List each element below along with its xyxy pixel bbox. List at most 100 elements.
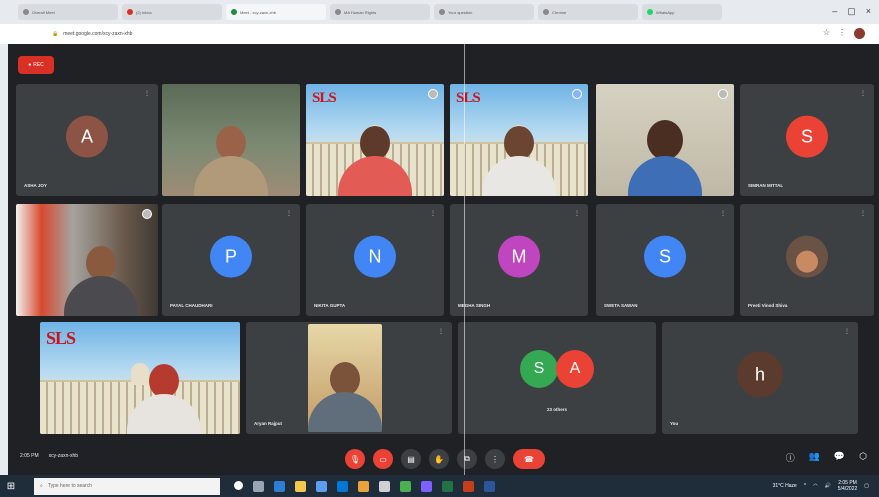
browser-tab[interactable]: Overall Meet xyxy=(18,4,118,20)
participant-video[interactable] xyxy=(162,84,300,196)
sls-logo: SLS xyxy=(46,328,76,348)
taskbar-search[interactable]: ⌕ Type here to search xyxy=(34,477,220,495)
taskbar-clock[interactable]: 2:05 PM 5/4/2022 xyxy=(838,480,857,492)
participant-figure xyxy=(338,126,412,196)
mic-toggle-button[interactable]: 🎙 xyxy=(345,449,365,469)
speaking-icon xyxy=(572,89,582,99)
profile-avatar[interactable] xyxy=(854,28,865,39)
participant-video[interactable] xyxy=(596,84,734,196)
camera-toggle-button[interactable]: ▭ xyxy=(373,449,393,469)
participant-tile[interactable]: S ⋮ SIMRAN MITTAL xyxy=(740,84,874,196)
app-icon[interactable] xyxy=(421,480,432,492)
app-icon[interactable] xyxy=(379,480,390,492)
system-tray: 31°C Haze ^ ◠ 🔊 2:05 PM 5/4/2022 ▢ xyxy=(773,480,869,492)
people-icon[interactable]: 👥 xyxy=(809,451,820,464)
participant-video xyxy=(308,324,382,432)
windows-taskbar: ⊞ ⌕ Type here to search 31°C Haze ^ ◠ 🔊 … xyxy=(0,475,879,497)
mic-off-icon: ⋮ xyxy=(438,329,444,335)
avatar: A xyxy=(66,115,108,158)
powerpoint-icon[interactable] xyxy=(463,480,474,492)
mic-off-icon: ⋮ xyxy=(144,91,150,97)
meeting-info: 2:05 PM xcy-zaxn-xhb xyxy=(20,453,78,459)
participant-tile[interactable]: A ⋮ ASHA JOY xyxy=(16,84,158,196)
cortana-icon[interactable] xyxy=(234,480,243,490)
avatar: N xyxy=(354,235,396,278)
maximize-button[interactable]: ▢ xyxy=(847,6,856,17)
meeting-code: xcy-zaxn-xhb xyxy=(48,453,79,459)
notifications-icon[interactable]: ▢ xyxy=(864,483,869,489)
volume-icon[interactable]: 🔊 xyxy=(825,483,831,489)
end-call-button[interactable]: ☎ xyxy=(513,449,545,469)
browser-tab-bar: Overall Meet (2) Inbox Meet - xcy-zaxn-x… xyxy=(0,0,879,24)
self-tile[interactable]: h ⋮ You xyxy=(662,322,858,434)
raise-hand-button[interactable]: ✋ xyxy=(429,449,449,469)
windows-start-icon[interactable]: ⊞ xyxy=(0,475,22,497)
others-tile[interactable]: S A 23 others xyxy=(458,322,656,434)
address-actions: ☆ ⋮ xyxy=(823,28,865,39)
recording-badge: ● REC xyxy=(18,56,54,74)
participant-tile[interactable]: M ⋮ MEGHA SINGH xyxy=(450,204,588,316)
participant-figure xyxy=(194,126,268,196)
speaking-icon xyxy=(142,209,152,219)
avatar: S xyxy=(786,115,828,158)
others-avatars: S A xyxy=(520,350,594,389)
mail-icon[interactable] xyxy=(337,480,348,492)
close-button[interactable]: × xyxy=(866,6,871,17)
meet-side-tools: ⓘ 👥 💬 ⬡ xyxy=(786,451,867,464)
participant-tile[interactable]: ⋮ Preeti Vinod Shiva xyxy=(740,204,874,316)
participant-video[interactable] xyxy=(16,204,158,316)
captions-icon: ▤ xyxy=(407,454,415,464)
phone-hangup-icon: ☎ xyxy=(524,454,534,464)
participant-tile[interactable]: N ⋮ NIKITA GUPTA xyxy=(306,204,444,316)
browser-tab[interactable]: Your question xyxy=(434,4,534,20)
browser-tab-active[interactable]: Meet - xcy-zaxn-xhb xyxy=(226,4,326,20)
activities-icon[interactable]: ⬡ xyxy=(859,451,867,464)
mic-off-icon: ⋮ xyxy=(860,211,866,217)
weather-text[interactable]: 31°C Haze xyxy=(773,483,797,489)
browser-tab[interactable]: MA Human Rights xyxy=(330,4,430,20)
participant-figure xyxy=(482,126,556,196)
wifi-icon[interactable]: ◠ xyxy=(813,483,817,489)
others-count: 23 others xyxy=(546,407,568,412)
sls-logo: SLS xyxy=(456,90,481,106)
browser-tab[interactable]: (2) Inbox xyxy=(122,4,222,20)
lock-icon: 🔒 xyxy=(52,31,59,37)
browser-tab[interactable]: Chrome xyxy=(538,4,638,20)
extensions-icon[interactable]: ⋮ xyxy=(838,28,846,39)
minimize-button[interactable]: – xyxy=(832,6,837,17)
chrome-icon[interactable] xyxy=(400,480,411,492)
edge-icon[interactable] xyxy=(274,480,285,492)
participant-video[interactable]: SLS xyxy=(306,84,444,196)
participant-video[interactable]: SLS xyxy=(40,322,240,434)
word-icon[interactable] xyxy=(484,480,495,492)
speaking-icon xyxy=(428,89,438,99)
file-explorer-icon[interactable] xyxy=(295,480,306,492)
speaking-icon xyxy=(718,89,728,99)
task-view-icon[interactable] xyxy=(253,480,264,492)
more-options-button[interactable]: ⋮ xyxy=(485,449,505,469)
participant-name: MEGHA SINGH xyxy=(458,303,491,308)
search-icon: ⌕ xyxy=(40,483,43,489)
participant-video[interactable]: SLS xyxy=(450,84,588,196)
address-bar[interactable]: 🔒 meet.google.com/xcy-zaxn-xhb ☆ ⋮ xyxy=(0,24,879,44)
avatar: P xyxy=(210,235,252,278)
participant-tile[interactable]: S ⋮ SWETA SAWAN xyxy=(596,204,734,316)
captions-button[interactable]: ▤ xyxy=(401,449,421,469)
mic-off-icon: ⋮ xyxy=(720,211,726,217)
browser-tab[interactable]: WhatsApp xyxy=(642,4,722,20)
participant-tile[interactable]: P ⋮ PAYAL CHAUDHARI xyxy=(162,204,300,316)
avatar xyxy=(786,235,828,278)
avatar: S xyxy=(644,235,686,278)
app-icon[interactable] xyxy=(358,480,369,492)
store-icon[interactable] xyxy=(316,480,327,492)
up-arrow-icon[interactable]: ^ xyxy=(804,483,806,489)
star-icon[interactable]: ☆ xyxy=(823,28,830,39)
participant-name: Preeti Vinod Shiva xyxy=(748,303,788,308)
info-icon[interactable]: ⓘ xyxy=(786,451,795,464)
present-button[interactable]: ⧉ xyxy=(457,449,477,469)
record-icon: ● xyxy=(28,62,32,68)
excel-icon[interactable] xyxy=(442,480,453,492)
chat-icon[interactable]: 💬 xyxy=(834,451,845,464)
participant-tile[interactable]: ⋮ Aryan Rajput xyxy=(246,322,452,434)
whatsapp-icon xyxy=(647,9,653,15)
